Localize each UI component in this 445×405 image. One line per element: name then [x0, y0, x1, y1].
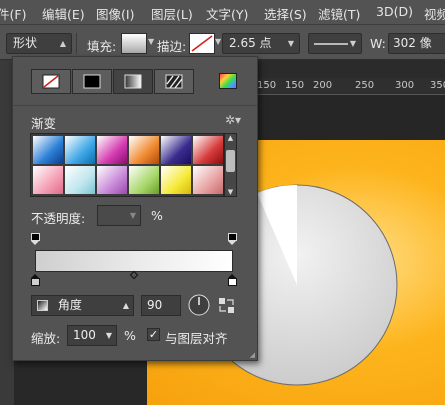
opacity-label: 不透明度: [31, 211, 86, 226]
gradient-preset[interactable] [129, 166, 159, 194]
scale-value: 100 [73, 328, 96, 342]
fill-caret-icon[interactable]: ▼ [148, 37, 154, 46]
chevron-updown-icon: ▲ [122, 301, 129, 310]
menu-edit[interactable]: 编辑(E) [42, 4, 85, 23]
gradient-preset[interactable] [161, 166, 191, 194]
divider [76, 33, 77, 54]
color-picker-icon[interactable] [219, 73, 237, 89]
gradient-preset[interactable] [161, 136, 191, 164]
stroke-red-slash-icon [191, 35, 213, 52]
chevron-updown-icon: ▲ [59, 39, 66, 48]
ruler-tick: 200 [313, 80, 333, 91]
opacity-unit: % [151, 208, 163, 223]
shape-mode-dropdown[interactable]: 形状 ▲ [6, 33, 72, 54]
align-with-layer-label: 与图层对齐 [165, 331, 228, 346]
line-style-icon [314, 43, 348, 45]
scroll-up-icon[interactable]: ▲ [225, 134, 236, 142]
gradient-style-value: 角度 [57, 298, 82, 312]
opacity-stop-left[interactable] [31, 233, 40, 245]
menu-type[interactable]: 文字(Y) [206, 4, 248, 23]
chevron-down-icon: ▼ [287, 39, 294, 48]
no-fill-button[interactable] [31, 69, 71, 94]
fill-type-buttons [31, 69, 194, 96]
gradient-preset[interactable] [97, 136, 127, 164]
ruler-tick: 250 [355, 80, 375, 91]
stroke-label: 描边: [157, 39, 187, 54]
stroke-width-field[interactable]: 2.65 点 ▼ [222, 33, 300, 54]
fill-swatch[interactable] [121, 33, 147, 54]
gradient-preset[interactable] [193, 166, 223, 194]
gear-icon[interactable]: ✲▾ [225, 113, 241, 127]
solid-fill-icon [83, 74, 101, 89]
menu-video[interactable]: 视频 [424, 4, 445, 23]
gradient-preset[interactable] [193, 136, 223, 164]
gradient-preview-bar[interactable] [35, 250, 233, 272]
pattern-fill-button[interactable] [154, 69, 194, 94]
menu-layer[interactable]: 图层(L) [151, 4, 193, 23]
menu-3d[interactable]: 3D(D) [376, 4, 413, 19]
gradient-style-dropdown[interactable]: 角度 ▲ [31, 295, 134, 316]
stroke-type-dropdown[interactable]: ▼ [308, 33, 362, 54]
scroll-thumb[interactable] [226, 150, 235, 172]
options-bar: 形状 ▲ 填充: ▼ 描边: ▼ 2.65 点 ▼ ▼ W: 302 像 [0, 24, 445, 60]
preset-scrollbar[interactable]: ▲ ▼ [224, 133, 237, 197]
angle-dial-icon[interactable] [187, 293, 211, 317]
color-stop-left[interactable] [31, 274, 40, 286]
ruler-tick: 300 [395, 80, 415, 91]
width-value: 302 像 [393, 36, 432, 50]
pattern-fill-icon [165, 74, 183, 89]
midpoint-diamond[interactable] [129, 270, 139, 280]
document-dark-area [255, 95, 445, 140]
menu-file[interactable]: 件(F) [0, 4, 26, 23]
reverse-icon[interactable] [218, 297, 235, 314]
opacity-field[interactable]: ▼ [97, 205, 141, 226]
stroke-width-value: 2.65 点 [229, 36, 272, 50]
shape-mode-value: 形状 [13, 36, 38, 50]
gradient-fill-button[interactable] [113, 69, 153, 94]
scroll-down-icon[interactable]: ▼ [225, 188, 236, 196]
stroke-caret-icon[interactable]: ▼ [215, 37, 221, 46]
width-field[interactable]: 302 像 [388, 33, 445, 54]
gradient-preset[interactable] [129, 136, 159, 164]
width-label: W: [370, 36, 386, 51]
opacity-stop-right[interactable] [228, 233, 237, 245]
menu-filter[interactable]: 滤镜(T) [318, 4, 360, 23]
gradient-preset[interactable] [33, 136, 63, 164]
gradient-section-title: 渐变 [31, 116, 57, 131]
gradient-preset[interactable] [65, 166, 95, 194]
gradient-preset[interactable] [97, 166, 127, 194]
angle-value: 90 [147, 298, 163, 312]
resize-grip-icon[interactable]: ◢ [250, 351, 255, 359]
ruler-tick: 350 [430, 80, 445, 91]
gradient-fill-panel: 渐变 ✲▾ ▲ ▼ 不透明度: ▼ % 角度 ▲ 90 缩放: 100 ▼ % … [12, 56, 258, 361]
angle-gradient-icon [37, 300, 48, 311]
horizontal-ruler: 150 150 200 250 300 350 [255, 78, 445, 95]
solid-fill-button[interactable] [72, 69, 112, 94]
chevron-down-icon: ▼ [349, 39, 356, 48]
scale-field[interactable]: 100 ▼ [67, 325, 117, 346]
scale-unit: % [124, 328, 136, 343]
ruler-tick: 150 [257, 80, 277, 91]
gradient-fill-icon [124, 74, 142, 89]
stroke-swatch[interactable] [189, 33, 215, 54]
no-fill-icon [42, 74, 60, 89]
gradient-preset[interactable] [65, 136, 95, 164]
angle-field[interactable]: 90 [141, 295, 181, 316]
chevron-down-icon: ▼ [129, 211, 136, 220]
divider [13, 105, 257, 106]
menu-image[interactable]: 图像(I) [96, 4, 134, 23]
gradient-preset[interactable] [33, 166, 63, 194]
align-with-layer-checkbox[interactable]: ✓ [147, 328, 160, 341]
menu-bar: 件(F) 编辑(E) 图像(I) 图层(L) 文字(Y) 选择(S) 滤镜(T)… [0, 0, 445, 24]
fill-label: 填充: [87, 39, 117, 54]
scale-label: 缩放: [31, 331, 61, 346]
gradient-preset-grid [30, 133, 224, 197]
ruler-tick: 150 [285, 80, 305, 91]
chevron-down-icon: ▼ [105, 331, 112, 340]
menu-select[interactable]: 选择(S) [264, 4, 307, 23]
color-stop-right[interactable] [228, 274, 237, 286]
